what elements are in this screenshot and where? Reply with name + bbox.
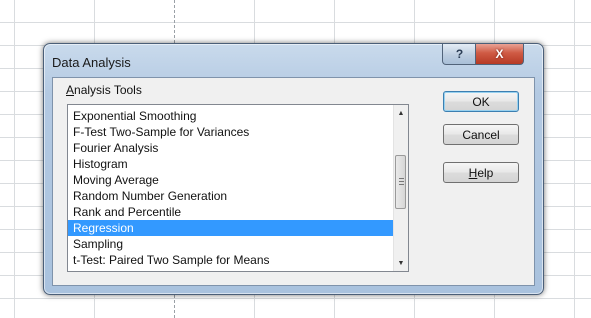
list-item-selected[interactable]: Regression <box>68 220 394 236</box>
label-accelerator: A <box>66 83 75 97</box>
grid-col-line <box>14 0 15 318</box>
dialog-title: Data Analysis <box>52 55 131 70</box>
ok-button[interactable]: OK <box>443 91 519 112</box>
help-button[interactable]: Help <box>443 162 519 183</box>
scrollbar-thumb[interactable] <box>395 155 406 209</box>
list-item[interactable]: Histogram <box>68 156 394 172</box>
dialog-body: Analysis Tools Exponential Smoothing F-T… <box>52 77 535 286</box>
label-text: nalysis Tools <box>74 83 142 97</box>
analysis-tools-label: Analysis Tools <box>66 83 142 97</box>
cancel-button[interactable]: Cancel <box>443 124 519 145</box>
list-item[interactable]: t-Test: Paired Two Sample for Means <box>68 252 394 268</box>
scroll-up-arrow-icon[interactable]: ▲ <box>394 105 408 121</box>
list-item[interactable]: Rank and Percentile <box>68 204 394 220</box>
list-item[interactable]: Moving Average <box>68 172 394 188</box>
grip-line <box>399 178 404 179</box>
help-accelerator: H <box>468 165 478 180</box>
scroll-down-arrow-icon[interactable]: ▼ <box>394 255 408 271</box>
close-icon[interactable]: X <box>475 44 524 65</box>
list-item[interactable]: Fourier Analysis <box>68 140 394 156</box>
data-analysis-dialog: Data Analysis ? X Analysis Tools Exponen… <box>43 43 544 295</box>
list-item[interactable]: Random Number Generation <box>68 188 394 204</box>
list-items: Exponential Smoothing F-Test Two-Sample … <box>68 108 394 268</box>
grid-row-line <box>0 298 591 299</box>
list-item[interactable]: F-Test Two-Sample for Variances <box>68 124 394 140</box>
help-label-text: elp <box>477 165 494 180</box>
vertical-scrollbar[interactable]: ▲ ▼ <box>393 105 408 271</box>
grid-col-line <box>574 0 575 318</box>
help-icon[interactable]: ? <box>442 44 477 65</box>
analysis-tools-list[interactable]: Exponential Smoothing F-Test Two-Sample … <box>67 104 409 272</box>
list-item[interactable]: Exponential Smoothing <box>68 108 394 124</box>
grip-line <box>399 184 404 185</box>
list-item[interactable]: Sampling <box>68 236 394 252</box>
grip-line <box>399 181 404 182</box>
grid-row-line <box>0 22 591 23</box>
